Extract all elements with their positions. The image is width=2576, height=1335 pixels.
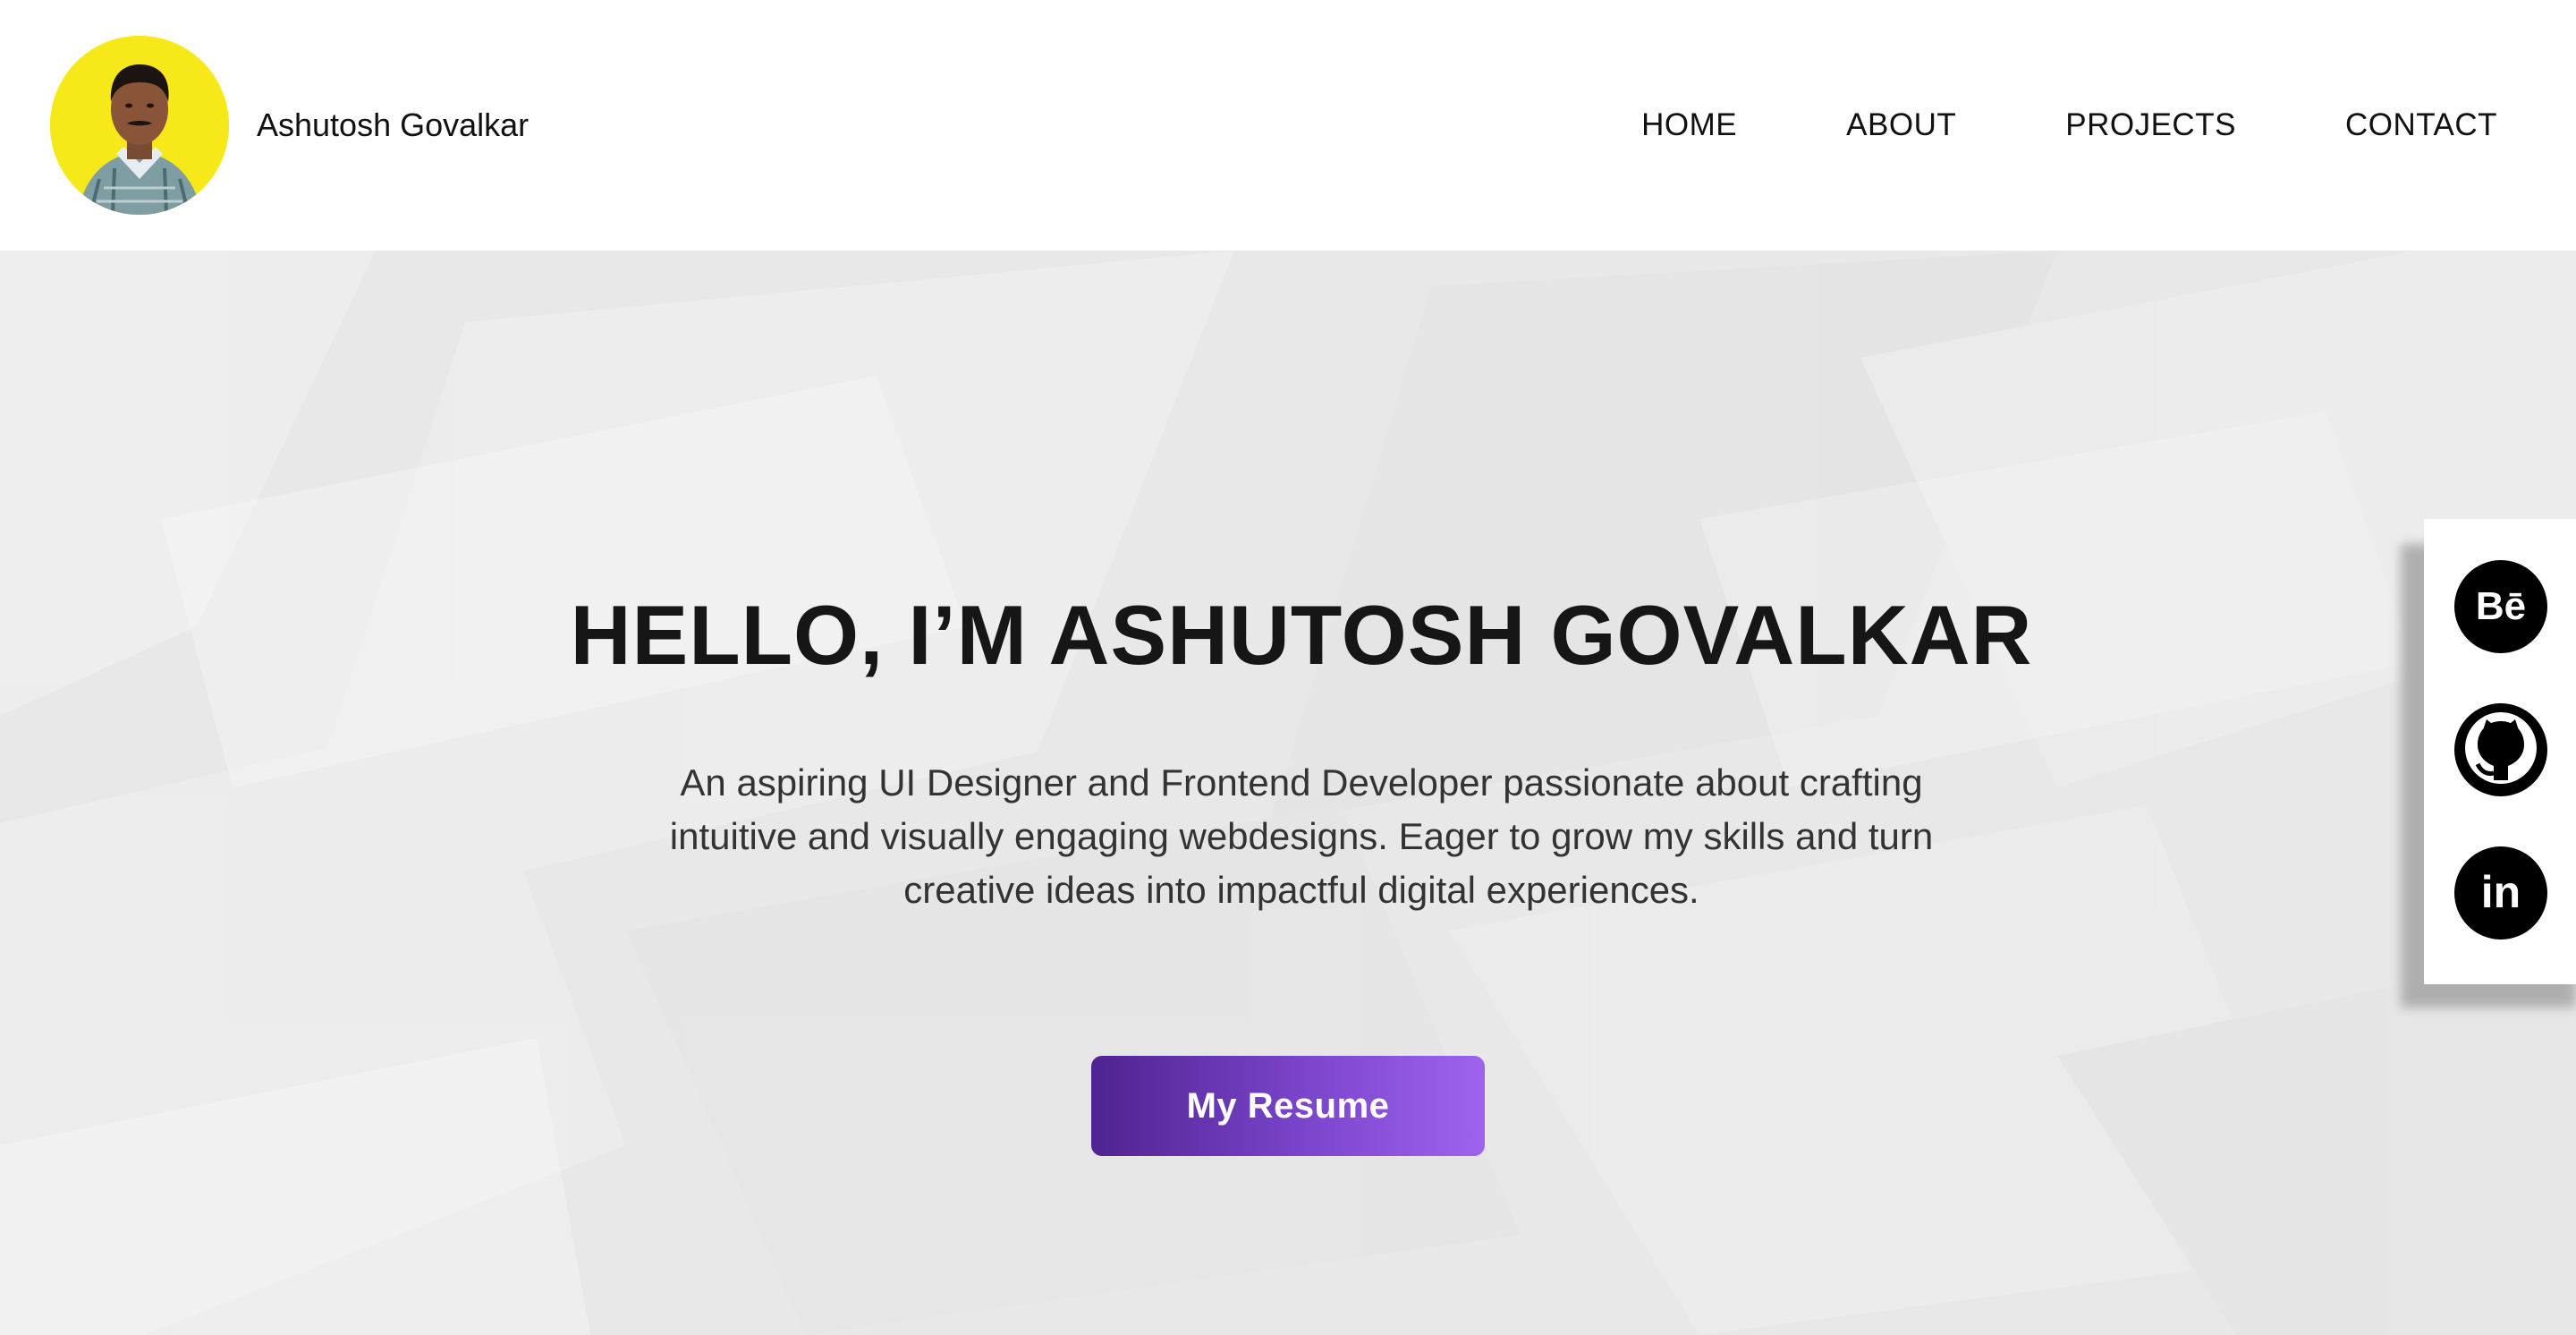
portfolio-page: Ashutosh Govalkar HOME ABOUT PROJECTS CO… (0, 0, 2576, 1335)
avatar[interactable] (50, 36, 229, 215)
linkedin-link[interactable]: in (2454, 846, 2547, 940)
site-header: Ashutosh Govalkar HOME ABOUT PROJECTS CO… (0, 0, 2576, 251)
behance-icon: Bē (2454, 560, 2547, 653)
nav-about[interactable]: ABOUT (1846, 104, 1956, 147)
linkedin-icon: in (2454, 846, 2547, 940)
nav-home[interactable]: HOME (1641, 104, 1737, 147)
social-links-panel: Bē in (2424, 519, 2576, 984)
behance-link[interactable]: Bē (2454, 560, 2547, 653)
hero-section: HELLO, I’M ASHUTOSH GOVALKAR An aspiring… (0, 251, 2576, 1335)
nav-projects[interactable]: PROJECTS (2065, 104, 2236, 147)
hero-description: An aspiring UI Designer and Frontend Dev… (669, 761, 1934, 911)
github-link[interactable] (2454, 703, 2547, 796)
main-nav: HOME ABOUT PROJECTS CONTACT (1641, 104, 2497, 147)
site-owner-name[interactable]: Ashutosh Govalkar (257, 104, 529, 147)
svg-text:in: in (2481, 867, 2521, 917)
hero-title: HELLO, I’M ASHUTOSH GOVALKAR (570, 588, 2033, 682)
svg-text:Bē: Bē (2476, 584, 2526, 628)
my-resume-button[interactable]: My Resume (1091, 1056, 1485, 1156)
nav-contact[interactable]: CONTACT (2345, 104, 2497, 147)
profile-photo (50, 36, 229, 215)
github-icon (2454, 703, 2547, 796)
